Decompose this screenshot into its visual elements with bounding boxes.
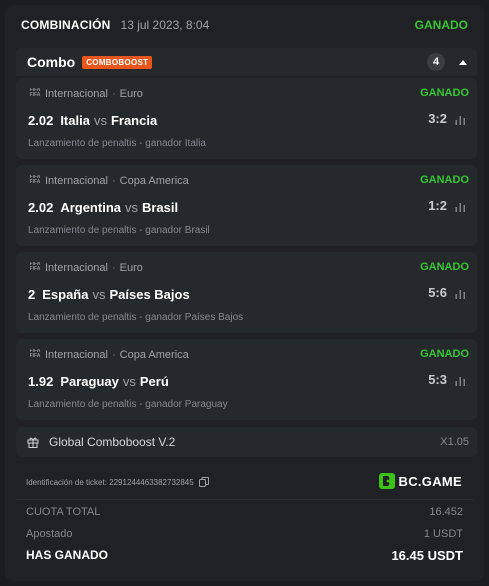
- selection-odd: 2: [28, 286, 36, 302]
- vs-label: vs: [122, 373, 136, 389]
- league-category: Internacional: [45, 262, 108, 274]
- winnings-value: 16.45 USDT: [391, 547, 463, 563]
- total-odds-value: 16.452: [429, 506, 463, 518]
- combo-header[interactable]: Combo COMBOBOOST 4: [16, 48, 477, 76]
- away-team: Perú: [139, 373, 169, 389]
- stats-icon[interactable]: [455, 114, 466, 125]
- league-info: FIFA FIFA Internacional · Copa America: [28, 174, 189, 188]
- stats-icon[interactable]: [455, 201, 466, 212]
- ticket-id-label: Identificación de ticket: 22912444633827…: [26, 477, 194, 487]
- brand: BC.GAME: [378, 473, 463, 489]
- selection-result: GANADO: [420, 174, 469, 186]
- match-row: 2 España vs Países Bajos: [28, 285, 190, 303]
- selection-market: Lanzamiento de penaltis - ganador Brasil: [28, 225, 210, 236]
- selection-odd: 1.92: [28, 373, 54, 389]
- selection-market: Lanzamiento de penaltis - ganador Paragu…: [28, 399, 228, 410]
- winnings-row: HAS GANADO 16.45 USDT: [26, 547, 463, 563]
- league-info: FIFA FIFA Internacional · Euro: [28, 87, 143, 101]
- fifa-logo-icon: FIFA FIFA: [29, 348, 41, 359]
- selection-count: 4: [427, 53, 445, 71]
- match-row: 2.02 Italia vs Francia: [28, 111, 157, 129]
- copy-icon[interactable]: [198, 477, 209, 487]
- selection-result: GANADO: [420, 87, 469, 99]
- league-tournament: Copa America: [119, 349, 189, 361]
- away-team: Brasil: [141, 199, 179, 215]
- vs-label: vs: [92, 286, 106, 302]
- bc-game-logo-icon: [378, 473, 395, 489]
- away-team: Países Bajos: [109, 286, 190, 302]
- vs-label: vs: [124, 199, 138, 215]
- match-score: 1:2: [428, 198, 447, 213]
- home-team: Argentina: [60, 199, 121, 215]
- league-category: Internacional: [45, 349, 108, 361]
- fifa-logo-icon: FIFA FIFA: [29, 261, 41, 272]
- league-category: Internacional: [45, 88, 108, 100]
- bet-type-title: COMBINACIÓN: [21, 18, 111, 32]
- total-odds-row: CUOTA TOTAL 16.452: [26, 505, 463, 519]
- home-team: Italia: [60, 112, 90, 128]
- combo-name: Combo: [27, 54, 76, 70]
- bet-date: 13 jul 2023, 8:04: [120, 18, 210, 32]
- match-score: 5:3: [428, 372, 447, 387]
- vs-label: vs: [93, 112, 107, 128]
- winnings-label: HAS GANADO: [26, 548, 109, 562]
- bet-slip-card: COMBINACIÓN 13 jul 2023, 8:04 GANADO Com…: [5, 5, 484, 581]
- bet-header: COMBINACIÓN 13 jul 2023, 8:04 GANADO: [21, 17, 468, 33]
- league-category: Internacional: [45, 175, 108, 187]
- comboboost-label: Global Comboboost V.2: [49, 435, 176, 449]
- separator-dot: ·: [112, 88, 116, 100]
- comboboost-badge: COMBOBOOST: [82, 55, 153, 69]
- league-info: FIFA FIFA Internacional · Copa America: [28, 348, 189, 362]
- match-score: 5:6: [428, 285, 447, 300]
- selection-result: GANADO: [420, 348, 469, 360]
- selection-result: GANADO: [420, 261, 469, 273]
- bet-status: GANADO: [414, 18, 468, 32]
- league-tournament: Copa America: [119, 175, 189, 187]
- stake-row: Apostado 1 USDT: [26, 527, 463, 541]
- match-score: 3:2: [428, 111, 447, 126]
- comboboost-multiplier: X1.05: [440, 436, 469, 448]
- home-team: España: [42, 286, 89, 302]
- separator-dot: ·: [112, 175, 116, 187]
- bet-selection: FIFA FIFA Internacional · Euro GANADO 2.0…: [16, 78, 477, 159]
- home-team: Paraguay: [60, 373, 119, 389]
- stake-label: Apostado: [26, 528, 73, 540]
- separator-dot: ·: [112, 349, 116, 361]
- bet-selection: FIFA FIFA Internacional · Copa America GA…: [16, 165, 477, 246]
- stats-icon[interactable]: [455, 375, 466, 386]
- stats-icon[interactable]: [455, 288, 466, 299]
- divider: [16, 499, 473, 500]
- selection-market: Lanzamiento de penaltis - ganador Italia: [28, 138, 206, 149]
- brand-name: BC.GAME: [398, 473, 462, 489]
- bet-selection: FIFA FIFA Internacional · Euro GANADO 2 E…: [16, 252, 477, 333]
- selection-odd: 2.02: [28, 112, 54, 128]
- match-row: 1.92 Paraguay vs Perú: [28, 372, 169, 390]
- match-row: 2.02 Argentina vs Brasil: [28, 198, 178, 216]
- selection-odd: 2.02: [28, 199, 54, 215]
- league-tournament: Euro: [119, 262, 143, 274]
- separator-dot: ·: [112, 262, 116, 274]
- stake-value: 1 USDT: [423, 528, 463, 540]
- selection-market: Lanzamiento de penaltis - ganador Países…: [28, 312, 244, 323]
- away-team: Francia: [110, 112, 158, 128]
- fifa-logo-icon: FIFA FIFA: [29, 87, 41, 98]
- bet-selection: FIFA FIFA Internacional · Copa America GA…: [16, 339, 477, 420]
- ticket-id: Identificación de ticket: 22912444633827…: [26, 477, 209, 487]
- comboboost-row: Global Comboboost V.2 X1.05: [16, 427, 477, 457]
- league-tournament: Euro: [119, 88, 143, 100]
- league-info: FIFA FIFA Internacional · Euro: [28, 261, 143, 275]
- gift-icon: [27, 437, 39, 448]
- collapse-caret-icon[interactable]: [459, 59, 467, 65]
- total-odds-label: CUOTA TOTAL: [26, 506, 101, 518]
- fifa-logo-icon: FIFA FIFA: [29, 174, 41, 185]
